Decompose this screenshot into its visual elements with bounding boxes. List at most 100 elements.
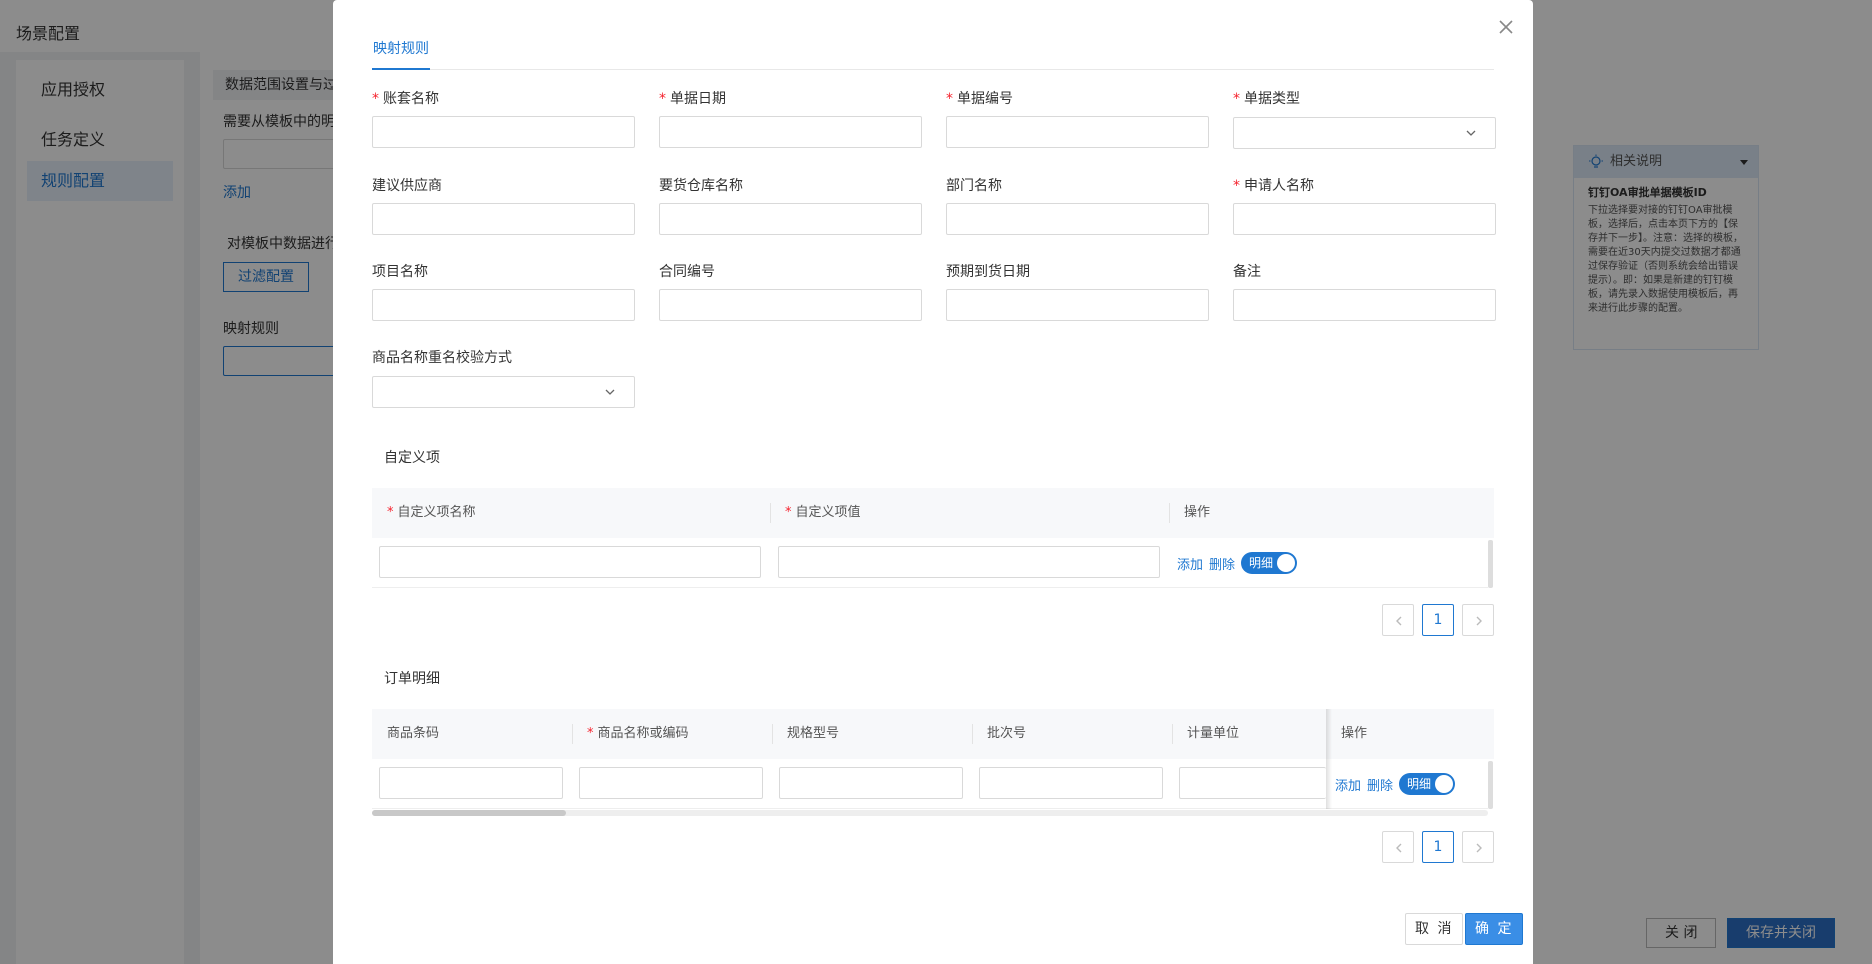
- chevron-down-icon: [1466, 130, 1476, 136]
- vertical-scrollbar[interactable]: [1488, 540, 1493, 588]
- required-mark: *: [946, 91, 953, 107]
- table-row: 添加 删除 明细: [372, 759, 1488, 809]
- column-header-label: 商品条码: [387, 726, 440, 741]
- field-input[interactable]: [946, 289, 1209, 321]
- field-label: * 单据编号: [946, 88, 1013, 108]
- spec-input[interactable]: [779, 767, 963, 799]
- field-label-text: 合同编号: [659, 264, 715, 280]
- prev-page-button[interactable]: [1382, 604, 1414, 636]
- field-select[interactable]: [1233, 117, 1496, 149]
- horizontal-scrollbar-thumb[interactable]: [372, 810, 566, 816]
- custom-item-name-input[interactable]: [379, 546, 761, 578]
- field-label: 项目名称: [372, 261, 428, 281]
- required-mark: *: [785, 505, 792, 520]
- order-col-barcode: 商品条码: [372, 709, 439, 759]
- field-label-text: 账套名称: [383, 91, 439, 107]
- required-mark: *: [1233, 91, 1240, 107]
- field-input[interactable]: [659, 289, 922, 321]
- field-select[interactable]: [372, 376, 635, 408]
- column-header-label: 自定义项值: [795, 505, 861, 520]
- field-label: * 账套名称: [372, 88, 439, 108]
- chevron-down-icon: [605, 389, 615, 395]
- field-label-text: 单据类型: [1244, 91, 1300, 107]
- column-header-label: 操作: [1341, 726, 1368, 741]
- field-label-text: 商品名称重名校验方式: [372, 350, 512, 366]
- field-label: 备注: [1233, 261, 1261, 281]
- chevron-right-icon: [1476, 843, 1482, 853]
- field-label-text: 单据日期: [670, 91, 726, 107]
- field-label-text: 预期到货日期: [946, 264, 1030, 280]
- column-header-label: 操作: [1184, 505, 1211, 520]
- required-mark: *: [1233, 178, 1240, 194]
- chevron-right-icon: [1476, 616, 1482, 626]
- close-icon[interactable]: [1493, 14, 1519, 40]
- order-details-title: 订单明细: [384, 671, 440, 687]
- field-input[interactable]: [1233, 203, 1496, 235]
- field-label: 建议供应商: [372, 175, 442, 195]
- confirm-button[interactable]: 确 定: [1465, 913, 1524, 945]
- add-row-link[interactable]: 添加: [1177, 554, 1203, 573]
- next-page-button[interactable]: [1462, 831, 1494, 863]
- table-row: 添加 删除 明细: [372, 538, 1488, 588]
- field-input[interactable]: [372, 289, 635, 321]
- field-input[interactable]: [946, 116, 1209, 148]
- toggle-label: 明细: [1407, 777, 1432, 791]
- product-name-input[interactable]: [579, 767, 763, 799]
- field-label: 合同编号: [659, 261, 715, 281]
- batch-input[interactable]: [979, 767, 1163, 799]
- field-label-text: 项目名称: [372, 264, 428, 280]
- modal-tabs: 映射规则: [372, 30, 1494, 70]
- field-label: * 单据类型: [1233, 88, 1300, 108]
- custom-col-actions: 操作: [1169, 488, 1210, 538]
- toggle-label: 明细: [1249, 556, 1274, 570]
- custom-col-value: * 自定义项值: [770, 488, 861, 538]
- chevron-left-icon: [1396, 616, 1402, 626]
- field-label-text: 部门名称: [946, 178, 1002, 194]
- order-col-product: * 商品名称或编码: [572, 709, 689, 759]
- fixed-column-shadow: [1326, 709, 1332, 809]
- field-label-text: 申请人名称: [1244, 178, 1314, 194]
- column-header-label: 规格型号: [787, 726, 840, 741]
- custom-items-title: 自定义项: [384, 450, 440, 466]
- field-input[interactable]: [372, 203, 635, 235]
- column-header-label: 批次号: [987, 726, 1027, 741]
- field-input[interactable]: [372, 116, 635, 148]
- order-col-batch: 批次号: [972, 709, 1026, 759]
- delete-row-link[interactable]: 删除: [1367, 775, 1393, 794]
- mapping-rule-modal: 映射规则 自定义项 * 自定义项名称 * 自定义项值 操作 添加 删除 明细 1 订…: [333, 0, 1533, 964]
- field-label: 部门名称: [946, 175, 1002, 195]
- field-label: * 单据日期: [659, 88, 726, 108]
- next-page-button[interactable]: [1462, 604, 1494, 636]
- order-col-spec: 规格型号: [772, 709, 839, 759]
- column-header-label: 自定义项名称: [397, 505, 476, 520]
- field-input[interactable]: [659, 203, 922, 235]
- detail-toggle[interactable]: 明细: [1399, 773, 1455, 795]
- cancel-button[interactable]: 取 消: [1405, 913, 1464, 945]
- field-label-text: 备注: [1233, 264, 1261, 280]
- custom-items-table-header: * 自定义项名称 * 自定义项值 操作: [372, 488, 1494, 538]
- required-mark: *: [659, 91, 666, 107]
- prev-page-button[interactable]: [1382, 831, 1414, 863]
- unit-input[interactable]: [1179, 767, 1326, 799]
- required-mark: *: [587, 726, 594, 741]
- tab-mapping-rule[interactable]: 映射规则: [372, 38, 430, 70]
- toggle-knob: [1435, 775, 1453, 793]
- toggle-knob: [1277, 554, 1295, 572]
- required-mark: *: [387, 505, 394, 520]
- page-number-1[interactable]: 1: [1422, 831, 1454, 863]
- barcode-input[interactable]: [379, 767, 563, 799]
- custom-item-value-input[interactable]: [778, 546, 1160, 578]
- add-row-link[interactable]: 添加: [1335, 775, 1361, 794]
- field-label-text: 单据编号: [957, 91, 1013, 107]
- vertical-scrollbar[interactable]: [1488, 761, 1493, 809]
- field-input[interactable]: [946, 203, 1209, 235]
- column-header-label: 计量单位: [1187, 726, 1240, 741]
- chevron-left-icon: [1396, 843, 1402, 853]
- field-input[interactable]: [659, 116, 922, 148]
- order-col-actions: 操作: [1326, 709, 1367, 759]
- field-input[interactable]: [1233, 289, 1496, 321]
- page-number-1[interactable]: 1: [1422, 604, 1454, 636]
- detail-toggle[interactable]: 明细: [1241, 552, 1297, 574]
- order-col-unit: 计量单位: [1172, 709, 1239, 759]
- delete-row-link[interactable]: 删除: [1209, 554, 1235, 573]
